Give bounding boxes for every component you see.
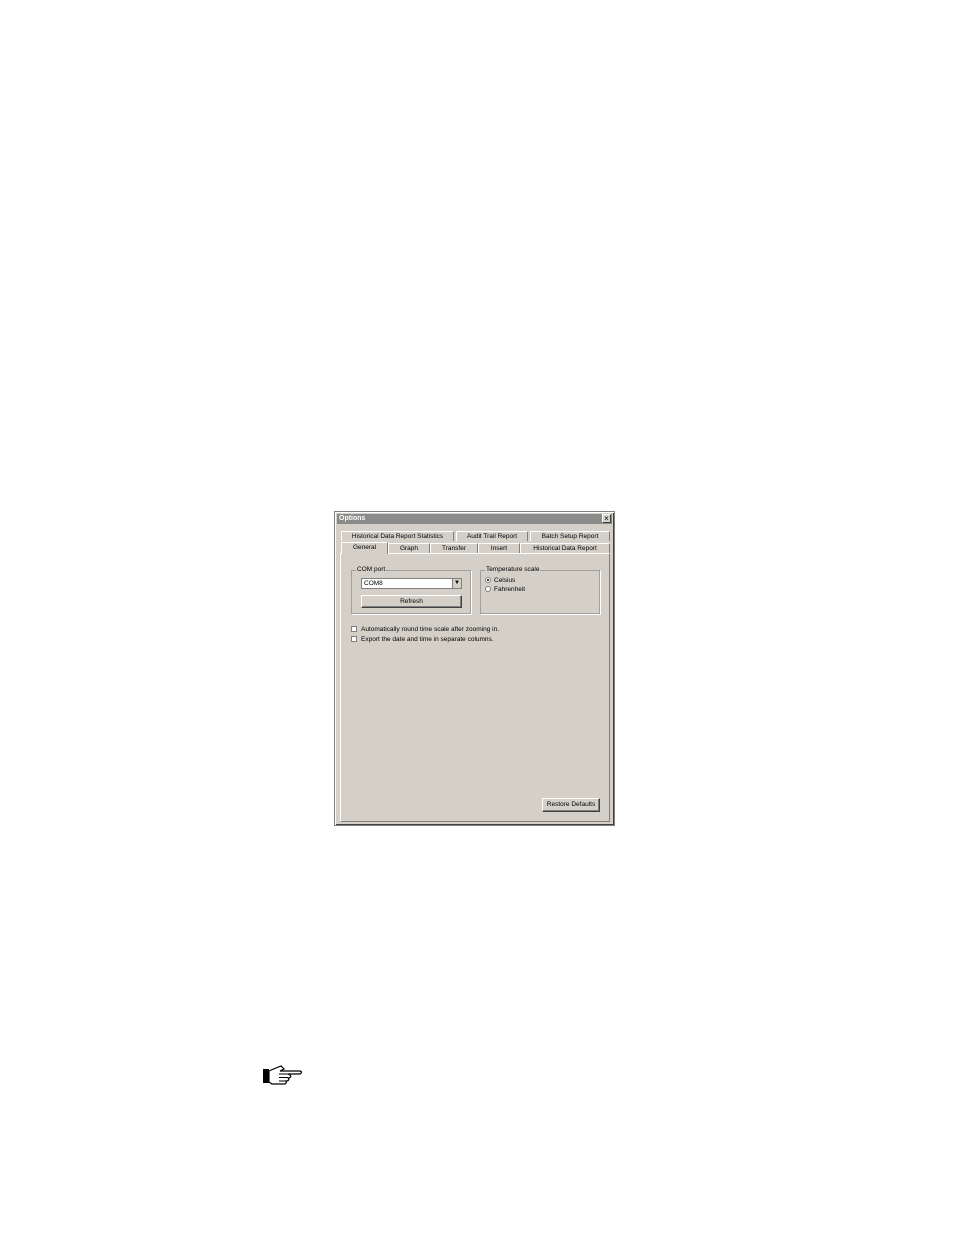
close-button[interactable]: × xyxy=(602,514,611,523)
restore-defaults-button[interactable]: Restore Defaults xyxy=(542,798,600,812)
checkbox-auto-round-label: Automatically round time scale after zoo… xyxy=(361,626,500,633)
com-port-group: COM port COM8 ▼ Refresh xyxy=(351,566,471,614)
tab-historical-data-report[interactable]: Historical Data Report xyxy=(520,543,610,553)
checkbox-export-label: Export the date and time in separate col… xyxy=(361,636,494,643)
radio-celsius[interactable]: Celsius xyxy=(485,577,515,585)
radio-fahrenheit[interactable]: Fahrenheit xyxy=(485,586,525,594)
general-tab-panel: COM port COM8 ▼ Refresh Temperature scal… xyxy=(340,553,610,822)
checkbox-export-separate-columns[interactable]: Export the date and time in separate col… xyxy=(351,636,494,644)
tab-audit-trail-report[interactable]: Audit Trail Report xyxy=(456,531,528,541)
com-port-value: COM8 xyxy=(364,580,383,587)
checkbox-box[interactable] xyxy=(351,636,357,642)
title-bar[interactable]: Options × xyxy=(337,514,612,524)
radio-selected-icon[interactable] xyxy=(485,577,491,583)
radio-celsius-label: Celsius xyxy=(494,577,516,584)
temperature-scale-legend: Temperature scale xyxy=(485,566,541,574)
pointing-hand-icon xyxy=(263,1065,303,1085)
dialog-title: Options xyxy=(339,515,366,522)
tab-historical-data-report-statistics[interactable]: Historical Data Report Statistics xyxy=(341,531,454,541)
chevron-down-icon[interactable]: ▼ xyxy=(452,579,461,588)
radio-fahrenheit-label: Fahrenheit xyxy=(494,586,526,593)
tab-insert[interactable]: Insert xyxy=(478,543,520,553)
temperature-scale-group: Temperature scale Celsius Fahrenheit xyxy=(480,566,600,614)
tab-graph[interactable]: Graph xyxy=(388,543,430,553)
com-port-legend: COM port xyxy=(356,566,387,574)
checkbox-auto-round-time-scale[interactable]: Automatically round time scale after zoo… xyxy=(351,626,499,634)
tab-transfer[interactable]: Transfer xyxy=(430,543,478,553)
tab-general[interactable]: General xyxy=(341,542,388,554)
refresh-button[interactable]: Refresh xyxy=(361,595,462,608)
tab-batch-setup-report[interactable]: Batch Setup Report xyxy=(530,531,610,541)
options-dialog: Options × Historical Data Report Statist… xyxy=(334,511,615,826)
com-port-select[interactable]: COM8 ▼ xyxy=(361,578,462,589)
radio-unselected-icon[interactable] xyxy=(485,586,491,592)
checkbox-box[interactable] xyxy=(351,626,357,632)
